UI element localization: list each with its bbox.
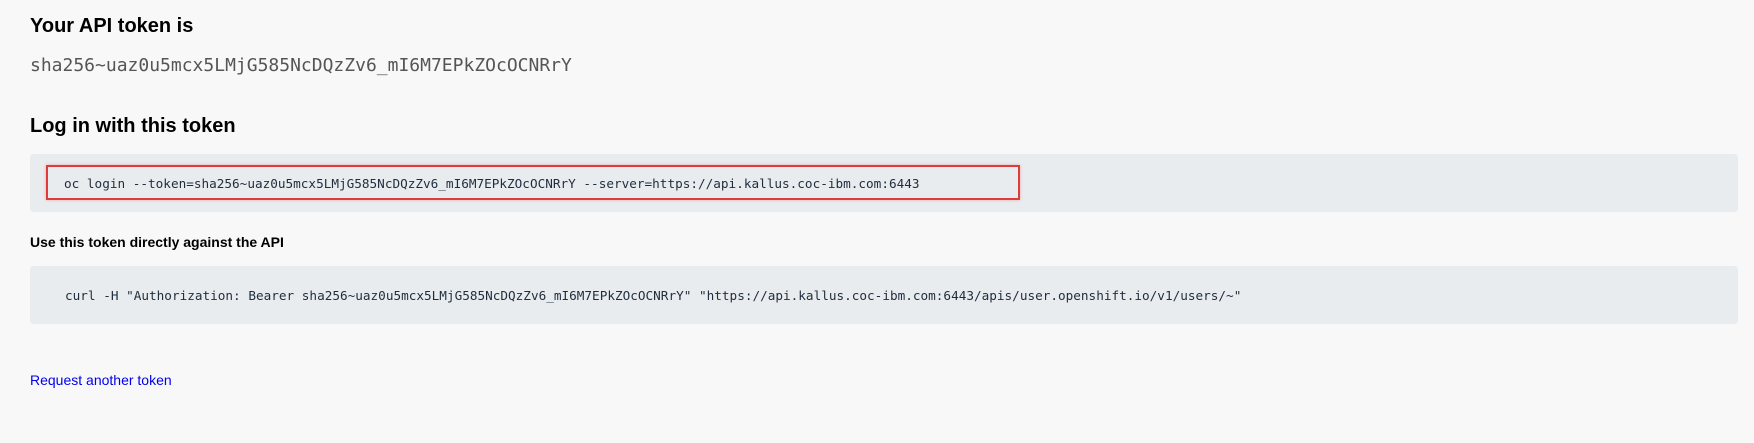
token-display-page: Your API token is sha256~uaz0u5mcx5LMjG5…	[0, 0, 1754, 443]
login-command-block: oc login --token=sha256~uaz0u5mcx5LMjG58…	[30, 154, 1738, 212]
login-heading: Log in with this token	[30, 115, 236, 137]
curl-command-block: curl -H "Authorization: Bearer sha256~ua…	[30, 266, 1738, 324]
api-usage-heading: Use this token directly against the API	[30, 234, 284, 250]
api-token-heading: Your API token is	[30, 15, 194, 37]
request-another-token-link[interactable]: Request another token	[30, 372, 172, 389]
api-token-value[interactable]: sha256~uaz0u5mcx5LMjG585NcDQzZv6_mI6M7EP…	[30, 55, 572, 77]
curl-command-text[interactable]: curl -H "Authorization: Bearer sha256~ua…	[65, 288, 1241, 304]
login-command-text[interactable]: oc login --token=sha256~uaz0u5mcx5LMjG58…	[64, 176, 920, 192]
